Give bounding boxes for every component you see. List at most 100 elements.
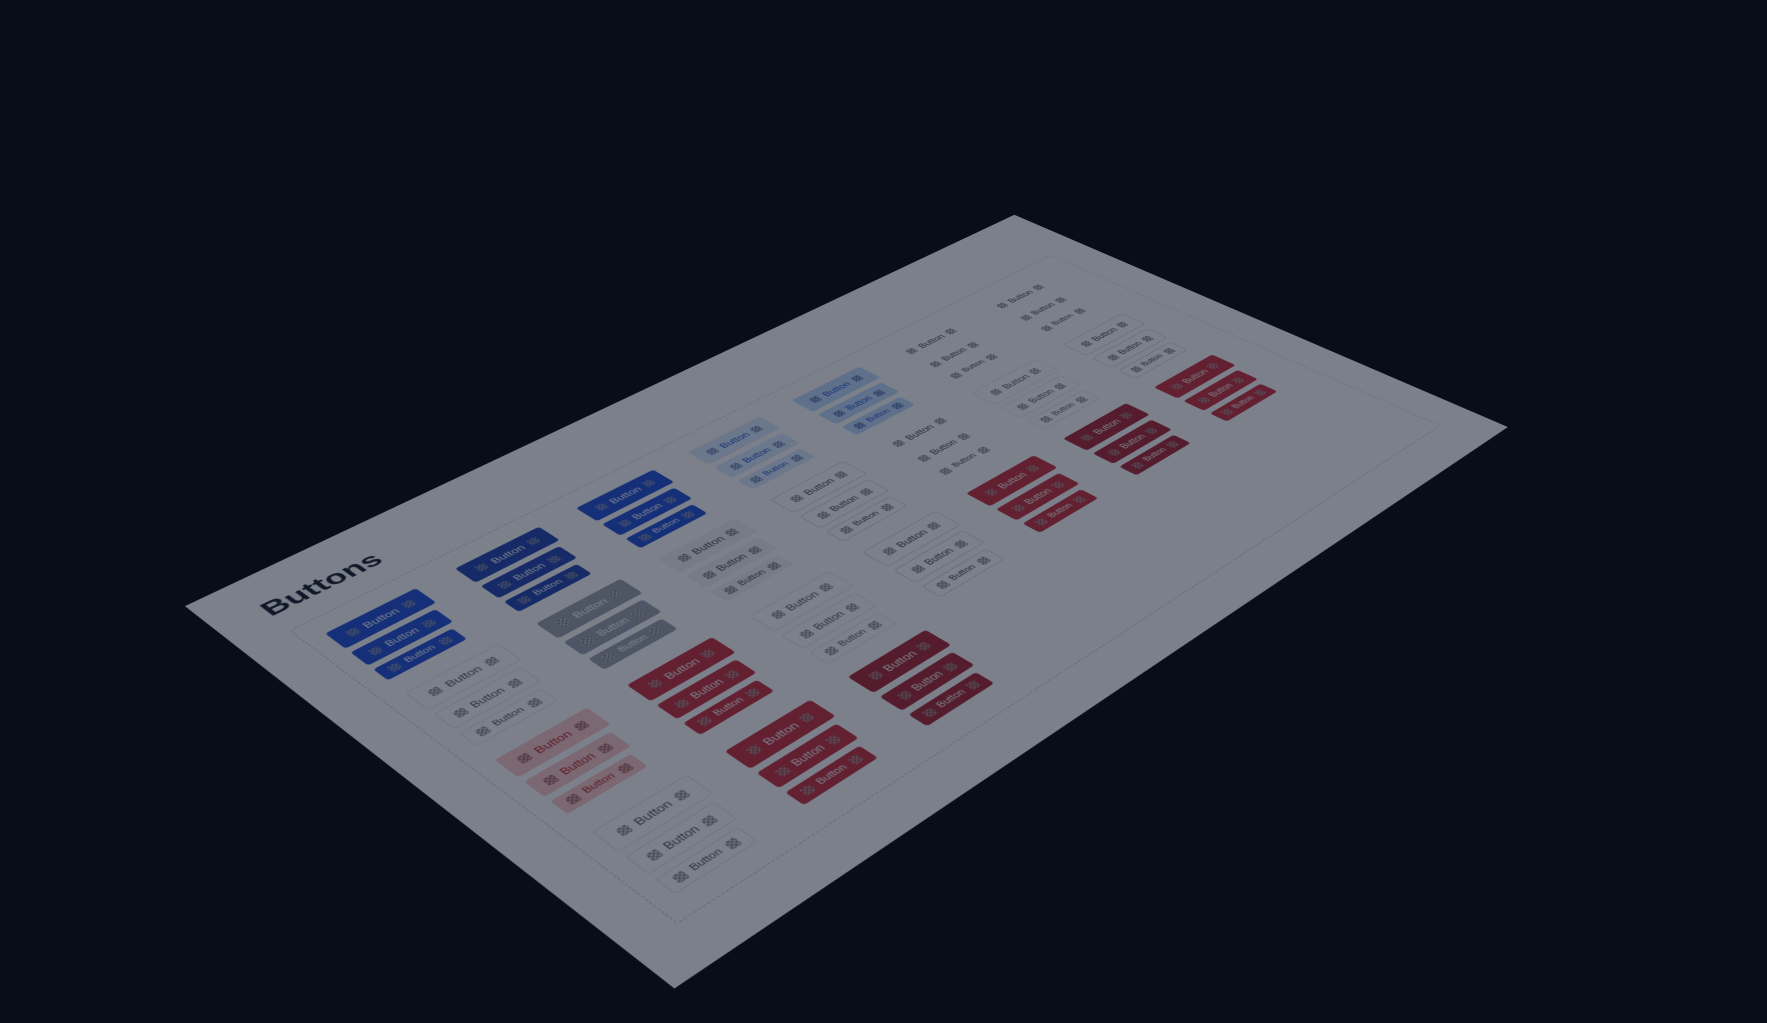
button-label: Button (569, 597, 609, 619)
placeholder-icon (1105, 354, 1119, 361)
placeholder-icon (662, 495, 677, 504)
placeholder-icon (675, 553, 691, 562)
button-label: Button (1090, 418, 1123, 436)
placeholder-icon (670, 870, 689, 883)
placeholder-icon (866, 620, 883, 630)
button-label: Button (1022, 487, 1054, 505)
placeholder-icon (822, 646, 839, 656)
placeholder-icon (646, 678, 663, 689)
placeholder-icon (749, 425, 764, 433)
placeholder-icon (1129, 366, 1143, 373)
placeholder-icon (1252, 389, 1266, 396)
placeholder-icon (934, 580, 950, 589)
placeholder-icon (563, 793, 581, 805)
placeholder-icon (789, 454, 804, 462)
button-label: Button (1230, 395, 1256, 410)
placeholder-icon (496, 580, 512, 589)
button-label: Button (687, 848, 725, 873)
placeholder-icon (1053, 297, 1066, 303)
placeholder-icon (773, 765, 791, 777)
placeholder-icon (525, 537, 541, 546)
placeholder-icon (420, 618, 437, 628)
placeholder-icon (1230, 377, 1244, 384)
placeholder-icon (572, 720, 590, 731)
placeholder-icon (744, 688, 761, 699)
placeholder-icon (451, 707, 469, 718)
placeholder-icon (473, 563, 489, 572)
button-label: Button (1046, 502, 1075, 519)
button-label: Button (1026, 388, 1056, 404)
button-label: Button (594, 616, 631, 637)
placeholder-icon (1071, 495, 1086, 504)
placeholder-icon (746, 545, 762, 554)
button-label: Button (851, 510, 882, 527)
button-label: Button (650, 517, 682, 534)
button-label: Button (717, 431, 752, 449)
placeholder-icon (1027, 368, 1041, 375)
placeholder-icon (1140, 335, 1154, 342)
button-label: Button (950, 453, 979, 469)
placeholder-icon (671, 789, 689, 801)
placeholder-icon (505, 678, 522, 689)
placeholder-icon (426, 686, 443, 697)
placeholder-icon (1025, 465, 1040, 473)
placeholder-icon (607, 590, 623, 600)
placeholder-icon (722, 585, 738, 595)
button-label: Button (836, 628, 869, 648)
placeholder-icon (344, 627, 361, 637)
placeholder-icon (1052, 383, 1066, 390)
button-label: Button (714, 553, 749, 573)
button-label: Button (934, 688, 967, 709)
button-label: Button (960, 359, 987, 373)
placeholder-icon (1018, 314, 1032, 321)
placeholder-icon (723, 837, 742, 850)
placeholder-icon (699, 649, 716, 659)
placeholder-icon (920, 707, 938, 718)
placeholder-icon (614, 824, 633, 836)
button-label: Button (759, 721, 801, 747)
placeholder-icon (1162, 348, 1176, 355)
placeholder-icon (629, 609, 646, 619)
placeholder-icon (1219, 408, 1234, 416)
placeholder-icon (1130, 461, 1145, 469)
placeholder-icon (831, 409, 846, 417)
placeholder-icon (895, 690, 912, 701)
placeholder-icon (723, 669, 740, 680)
placeholder-icon (989, 388, 1003, 395)
button-label: Button (814, 763, 850, 786)
placeholder-icon (983, 488, 998, 496)
placeholder-icon (817, 583, 833, 592)
button-label: Button (630, 502, 664, 520)
button-label: Button (630, 799, 674, 827)
button-label: Button (689, 535, 727, 556)
placeholder-icon (1072, 308, 1086, 315)
placeholder-icon (563, 571, 579, 580)
button-label: Button (939, 347, 968, 362)
placeholder-icon (833, 471, 848, 479)
placeholder-icon (748, 475, 763, 483)
placeholder-icon (673, 698, 690, 709)
placeholder-icon (916, 454, 931, 462)
button-label: Button (1029, 302, 1057, 316)
placeholder-icon (866, 670, 883, 681)
placeholder-icon (696, 716, 714, 727)
placeholder-icon (704, 447, 719, 455)
button-label: Button (606, 485, 643, 504)
placeholder-icon (857, 488, 872, 496)
placeholder-icon (938, 467, 953, 475)
button-label: Button (1050, 402, 1077, 417)
placeholder-icon (846, 754, 864, 766)
button-label: Button (782, 590, 820, 612)
button-label: Button (1117, 433, 1147, 450)
placeholder-icon (1074, 396, 1088, 403)
button-label: Button (999, 373, 1031, 390)
button-label: Button (688, 677, 726, 700)
placeholder-icon (1079, 340, 1093, 347)
button-label: Button (915, 333, 947, 349)
placeholder-icon (941, 661, 958, 671)
placeholder-icon (1039, 325, 1053, 332)
button-label: Button (1179, 368, 1210, 385)
placeholder-icon (871, 389, 885, 396)
placeholder-icon (1010, 504, 1026, 513)
button-label: Button (1115, 341, 1143, 356)
